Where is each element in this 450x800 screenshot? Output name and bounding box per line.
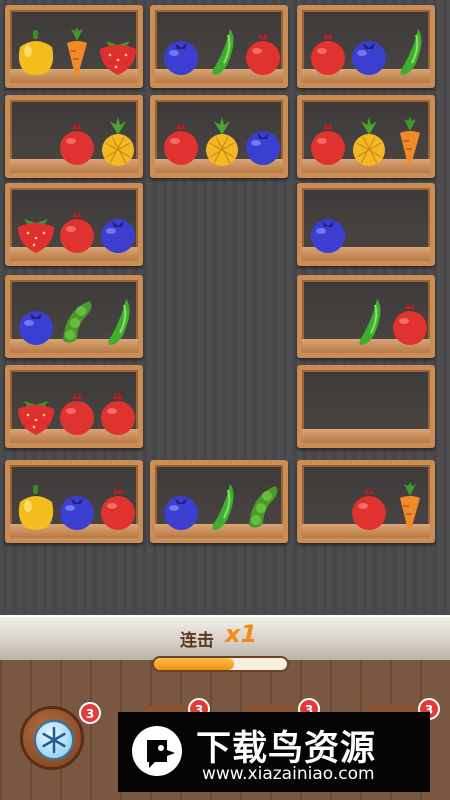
strawberry-item[interactable] xyxy=(14,205,58,255)
watermark-url: www.xiazainiao.com xyxy=(202,764,375,784)
shelf-r0-c1[interactable] xyxy=(150,5,288,88)
shelf-r2-c2[interactable] xyxy=(297,183,435,266)
shelf-r3-c0[interactable] xyxy=(5,275,143,358)
pepper-item[interactable] xyxy=(14,482,58,532)
shelf-r0-c2[interactable] xyxy=(297,5,435,88)
carrot-item[interactable] xyxy=(388,117,432,167)
game-board xyxy=(0,0,450,615)
edamame-item[interactable] xyxy=(55,297,99,347)
shelf-r2-c0[interactable] xyxy=(5,183,143,266)
pomegranate-item[interactable] xyxy=(306,27,350,77)
shelf-r0-c0[interactable] xyxy=(5,5,143,88)
shelf-r4-c2[interactable] xyxy=(297,365,435,448)
pineapple-item[interactable] xyxy=(200,117,244,167)
pepper-item[interactable] xyxy=(14,27,58,77)
cucumber-item[interactable] xyxy=(96,297,140,347)
shelf-r5-c2[interactable] xyxy=(297,460,435,543)
strawberry-item[interactable] xyxy=(96,27,140,77)
shelf-r4-c0[interactable] xyxy=(5,365,143,448)
combo-multiplier: x1 xyxy=(225,620,258,648)
pomegranate-item[interactable] xyxy=(388,297,432,347)
pomegranate-item[interactable] xyxy=(96,482,140,532)
shelf-r1-c1[interactable] xyxy=(150,95,288,178)
cucumber-item[interactable] xyxy=(200,27,244,77)
strawberry-item[interactable] xyxy=(14,387,58,437)
carrot-item[interactable] xyxy=(55,27,99,77)
combo-progress-bar xyxy=(152,656,289,672)
blueberry-item[interactable] xyxy=(241,117,285,167)
blueberry-item[interactable] xyxy=(14,297,58,347)
pomegranate-item[interactable] xyxy=(241,27,285,77)
blueberry-item[interactable] xyxy=(306,205,350,255)
pomegranate-item[interactable] xyxy=(306,117,350,167)
pomegranate-item[interactable] xyxy=(55,205,99,255)
blueberry-item[interactable] xyxy=(55,482,99,532)
combo-label: 连击 xyxy=(180,631,214,651)
pomegranate-item[interactable] xyxy=(55,387,99,437)
shelf-r1-c2[interactable] xyxy=(297,95,435,178)
blueberry-item[interactable] xyxy=(159,482,203,532)
shelf-r3-c2[interactable] xyxy=(297,275,435,358)
pomegranate-item[interactable] xyxy=(55,117,99,167)
freeze-badge: 3 xyxy=(79,702,101,724)
snowflake-icon xyxy=(34,720,74,760)
shelf-r5-c1[interactable] xyxy=(150,460,288,543)
blueberry-item[interactable] xyxy=(96,205,140,255)
watermark-banner: 下载鸟资源 www.xiazainiao.com xyxy=(118,712,430,792)
pomegranate-item[interactable] xyxy=(96,387,140,437)
pineapple-item[interactable] xyxy=(347,117,391,167)
cucumber-item[interactable] xyxy=(200,482,244,532)
pomegranate-item[interactable] xyxy=(347,482,391,532)
cucumber-item[interactable] xyxy=(347,297,391,347)
edamame-item[interactable] xyxy=(241,482,285,532)
shelf-r1-c0[interactable] xyxy=(5,95,143,178)
freeze-booster-button[interactable] xyxy=(20,706,84,770)
combo-progress-fill xyxy=(154,658,234,670)
shelf-r5-c0[interactable] xyxy=(5,460,143,543)
pomegranate-item[interactable] xyxy=(159,117,203,167)
carrot-item[interactable] xyxy=(388,482,432,532)
bird-logo-icon xyxy=(132,726,182,776)
blueberry-item[interactable] xyxy=(347,27,391,77)
cucumber-item[interactable] xyxy=(388,27,432,77)
blueberry-item[interactable] xyxy=(159,27,203,77)
pineapple-item[interactable] xyxy=(96,117,140,167)
